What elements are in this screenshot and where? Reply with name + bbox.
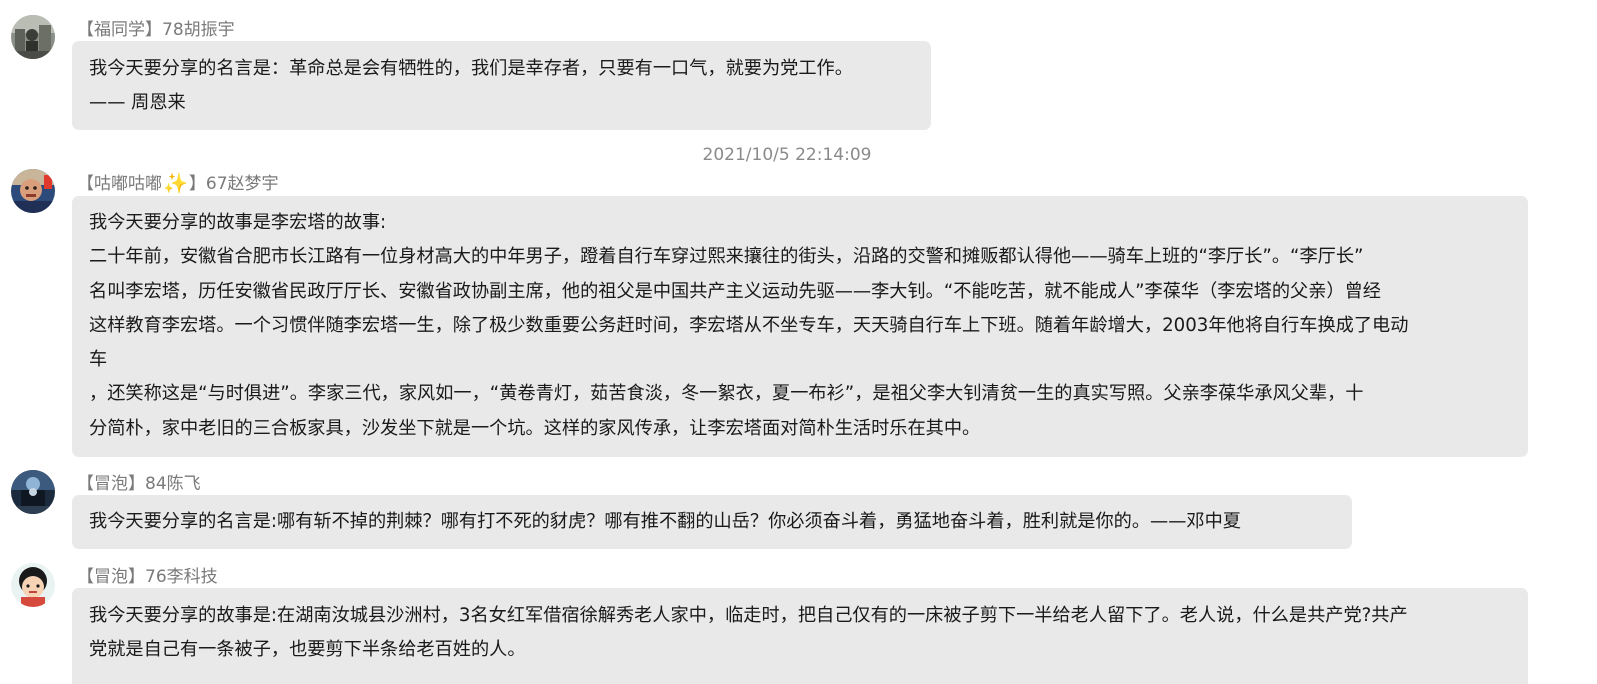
message-bubble[interactable]: 我今天要分享的名言是:哪有斩不掉的荆棘？哪有打不死的豺虎？哪有推不翻的山岳？你必…: [72, 495, 1352, 549]
sender-name: 【冒泡】76李科技: [77, 566, 218, 588]
sender-name: 【冒泡】84陈飞: [77, 473, 201, 495]
message-text-line: 党就是自己有一条被子，也要剪下半条给老百姓的人。: [89, 639, 526, 661]
message-text-line: 我今天要分享的故事是:在湖南汝城县沙洲村，3名女红军借宿徐解秀老人家中，临走时，…: [89, 605, 1408, 626]
message-text-line: 车: [89, 349, 108, 371]
avatar[interactable]: [11, 169, 55, 213]
message-bubble[interactable]: 我今天要分享的故事是:在湖南汝城县沙洲村，3名女红军借宿徐解秀老人家中，临走时，…: [72, 588, 1528, 684]
avatar[interactable]: [11, 563, 55, 607]
message-text-line: —— 周恩来: [89, 92, 186, 114]
chat-message-list[interactable]: 【福同学】78胡振宇 我今天要分享的名言是：革命总是会有牺牲的，我们是幸存者，只…: [0, 0, 1597, 684]
message-timestamp: 2021/10/5 22:14:09: [702, 145, 872, 165]
message-text-line: 我今天要分享的故事是李宏塔的故事:: [89, 212, 387, 233]
message-text-line: 这样教育李宏塔。一个习惯伴随李宏塔一生，除了极少数重要公务赶时间，李宏塔从不坐专…: [89, 314, 1409, 336]
message-text-line: 我今天要分享的名言是：革命总是会有牺牲的，我们是幸存者，只要有一口气，就要为党工…: [89, 58, 853, 79]
message-text-line: 二十年前，安徽省合肥市长江路有一位身材高大的中年男子，蹬着自行车穿过熙来攘往的街…: [89, 246, 1364, 268]
sender-nickname: 76李科技: [145, 567, 218, 587]
sender-name: 【咕嘟咕嘟✨】67赵梦宇: [77, 172, 279, 194]
avatar[interactable]: [11, 15, 55, 59]
sender-nickname: 84陈飞: [145, 474, 201, 494]
message-text-line: ，还笑称这是“与时俱进”。李家三代，家风如一，“黄卷青灯，茹苦食淡，冬一絮衣，夏…: [89, 383, 1364, 405]
sender-name: 【福同学】78胡振宇: [77, 19, 235, 41]
star-sparkle-icon: ✨: [163, 171, 188, 195]
avatar[interactable]: [11, 470, 55, 514]
sender-title-badge: 【福同学】: [77, 20, 162, 40]
sender-nickname: 78胡振宇: [162, 20, 235, 40]
message-bubble[interactable]: 我今天要分享的故事是李宏塔的故事: 二十年前，安徽省合肥市长江路有一位身材高大的…: [72, 196, 1528, 457]
sender-title-badge: 【冒泡】: [77, 474, 145, 494]
message-text-line: 我今天要分享的名言是:哪有斩不掉的荆棘？哪有打不死的豺虎？哪有推不翻的山岳？你必…: [89, 511, 1241, 532]
message-text-line: 分简朴，家中老旧的三合板家具，沙发坐下就是一个坑。这样的家风传承，让李宏塔面对简…: [89, 417, 981, 439]
message-bubble[interactable]: 我今天要分享的名言是：革命总是会有牺牲的，我们是幸存者，只要有一口气，就要为党工…: [72, 41, 931, 130]
message-text-line: 名叫李宏塔，历任安徽省民政厅厅长、安徽省政协副主席，他的祖父是中国共产主义运动先…: [89, 280, 1381, 302]
sender-title-badge: 【咕嘟咕嘟✨】: [77, 171, 206, 195]
sender-title-badge: 【冒泡】: [77, 567, 145, 587]
sender-nickname: 67赵梦宇: [205, 174, 279, 194]
